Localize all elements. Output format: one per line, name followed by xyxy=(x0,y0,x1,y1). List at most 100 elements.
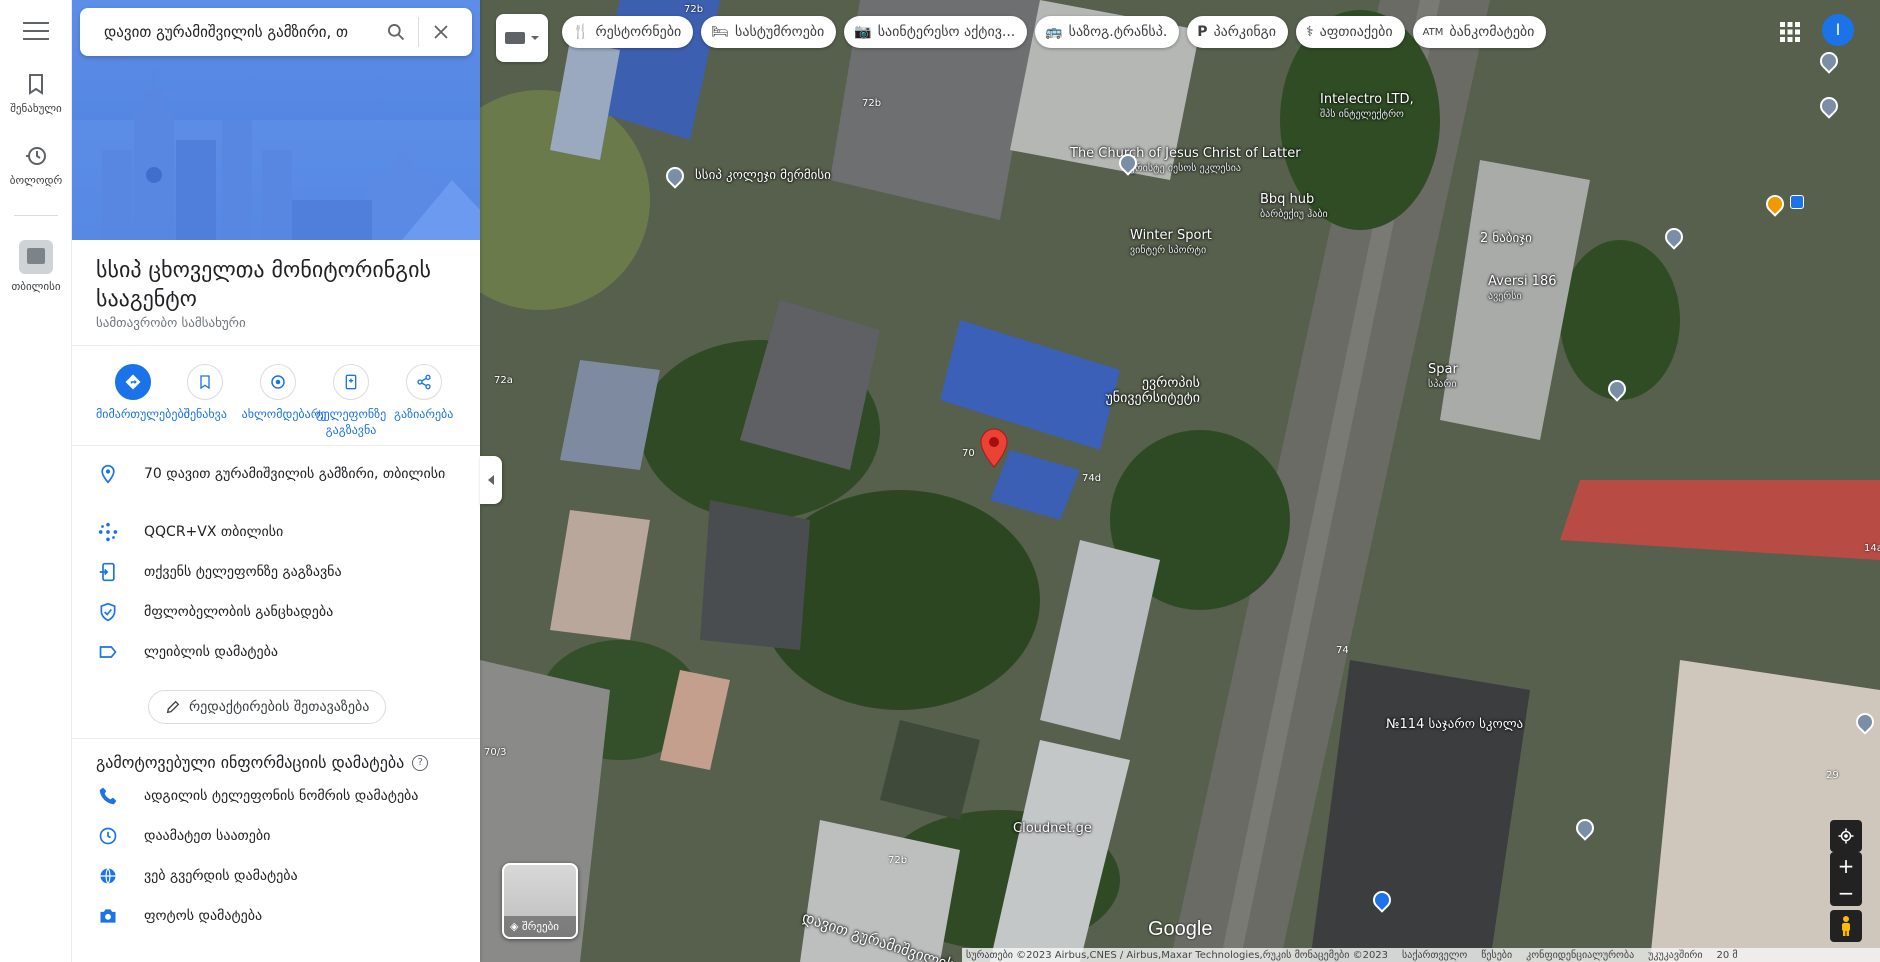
search-input[interactable] xyxy=(104,23,374,41)
nearby-button[interactable]: ახლომდებარე xyxy=(242,364,326,435)
footer-feedback-link[interactable]: უკუკავშირი xyxy=(1648,950,1702,961)
church-sub: ქრისტე იესოს ეკლესია xyxy=(1129,163,1241,174)
phone-send-icon xyxy=(96,560,120,584)
send-to-phone-row[interactable]: თქვენს ტელეფონზე გაგზავნა xyxy=(72,558,480,598)
house-number: 70/3 xyxy=(484,747,507,758)
add-phone-row[interactable]: ადგილის ტელეფონის ნომრის დამატება xyxy=(72,782,480,822)
my-location-button[interactable] xyxy=(1830,820,1862,852)
house-number: 72a xyxy=(494,375,513,386)
layers-label: ◈ შრეები xyxy=(504,916,576,937)
footer-privacy-link[interactable]: კონფიდენციალურობა xyxy=(1526,950,1634,961)
action-bar: მიმართულებები შენახვა ახლომდებარე ტელეფო… xyxy=(72,346,480,446)
map-label-bbq[interactable]: Bbq hub ბარბექიუ ჰაბი xyxy=(1260,192,1328,222)
rail-saved-label: შენახული xyxy=(10,102,62,115)
search-button[interactable] xyxy=(374,10,418,54)
chip-parking[interactable]: Pპარკინგი xyxy=(1187,16,1289,48)
rail-saved[interactable]: შენახული xyxy=(0,72,72,115)
plus-code-row[interactable]: QQCR+VX თბილისი xyxy=(72,518,480,558)
chip-restaurants[interactable]: 🍴 რესტორნები xyxy=(562,16,694,48)
bbq-name: Bbq hub xyxy=(1260,192,1315,207)
missing-info-section: გამოტოვებული ინფორმაციის დამატება ? ადგი… xyxy=(72,738,480,942)
label-row[interactable]: ლეიბლის დამატება xyxy=(72,638,480,678)
account-avatar[interactable]: I xyxy=(1822,14,1854,46)
search-box xyxy=(80,8,472,56)
atm-icon: ATM xyxy=(1422,26,1444,38)
map-label-intelectro[interactable]: Intelectro LTD, შპს ინტელექტრო xyxy=(1320,92,1414,122)
pharmacy-icon: ⚕ xyxy=(1306,24,1314,40)
map-label-2-nabiji[interactable]: 2 ნაბიჯი xyxy=(1480,231,1532,246)
footer-region-link[interactable]: საქართველო xyxy=(1402,950,1467,961)
chip-hotels[interactable]: 🛏 სასტუმროები xyxy=(701,16,837,48)
send-to-phone-text: თქვენს ტელეფონზე გაგზავნა xyxy=(144,564,342,580)
menu-icon[interactable] xyxy=(23,22,49,42)
directions-button[interactable]: მიმართულებები xyxy=(96,364,190,435)
house-number: 70 xyxy=(962,448,975,459)
input-tools-toggle[interactable] xyxy=(496,14,548,62)
chip-label: პარკინგი xyxy=(1213,24,1277,40)
map-footer: სურათები ©2023 Airbus,CNES / Airbus,Maxa… xyxy=(962,948,1880,962)
pencil-icon xyxy=(166,700,180,714)
map-label-college[interactable]: სსიპ კოლეჯი მერმისი xyxy=(695,168,831,183)
hero-image xyxy=(72,0,480,240)
address-row[interactable]: 70 დავით გურამიშვილის გამზირი, თბილისი xyxy=(72,460,480,518)
footer-terms-link[interactable]: წესები xyxy=(1481,950,1512,961)
map-label-spar[interactable]: Spar სპარი xyxy=(1428,362,1458,392)
chip-atms[interactable]: ATM ბანკომატები xyxy=(1412,16,1547,48)
label-text: ლეიბლის დამატება xyxy=(144,644,279,660)
verified-shield-icon xyxy=(96,600,120,624)
plus-code-text: QQCR+VX თბილისი xyxy=(144,524,284,540)
chip-label: აფთიაქები xyxy=(1319,24,1393,40)
chip-attractions[interactable]: 📷 საინტერესო აქტივ... xyxy=(844,16,1028,48)
zoom-controls: + − xyxy=(1830,852,1862,906)
zoom-in-button[interactable]: + xyxy=(1838,852,1855,879)
satellite-map[interactable]: სსიპ კოლეჯი მერმისი The Church of Jesus … xyxy=(480,0,1880,962)
spar-sub: სპარი xyxy=(1428,379,1457,390)
add-hours-row[interactable]: დაამატეთ საათები xyxy=(72,822,480,862)
collapse-panel-button[interactable] xyxy=(480,456,502,504)
layers-button[interactable]: ◈ შრეები xyxy=(502,863,578,939)
map-label-winter-sport[interactable]: Winter Sport ვინტერ სპორტი xyxy=(1130,228,1212,258)
save-button[interactable]: შენახვა xyxy=(169,364,242,435)
selected-place-marker-icon[interactable] xyxy=(980,428,1008,468)
attribution: სურათები ©2023 Airbus,CNES / Airbus,Maxa… xyxy=(966,949,1389,961)
rail-recents-label: ბოლოდრ xyxy=(9,174,63,187)
add-photo-row[interactable]: ფოტოს დამატება xyxy=(72,902,480,942)
map-label-school[interactable]: №114 საჯარო სკოლა xyxy=(1386,717,1523,732)
city-illustration-icon xyxy=(72,70,480,240)
map-label-church[interactable]: The Church of Jesus Christ of Latter ქრი… xyxy=(1070,146,1301,176)
claim-row[interactable]: მფლობელობის განცხადება xyxy=(72,598,480,638)
place-category: სამთავრობო სამსახური xyxy=(96,316,246,331)
left-rail: შენახული ბოლოდრ თბილისი xyxy=(0,0,72,962)
add-website-row[interactable]: ვებ გვერდის დამატება xyxy=(72,862,480,902)
chip-pharmacies[interactable]: ⚕ აფთიაქები xyxy=(1296,16,1405,48)
close-button[interactable] xyxy=(419,10,463,54)
my-location-icon xyxy=(1838,828,1854,844)
intelectro-sub: შპს ინტელექტრო xyxy=(1320,109,1404,120)
save-label: შენახვა xyxy=(183,407,227,421)
spar-name: Spar xyxy=(1428,362,1458,377)
zoom-out-button[interactable]: − xyxy=(1838,879,1855,906)
restaurant-icon: 🍴 xyxy=(572,24,590,40)
add-phone-text: ადგილის ტელეფონის ნომრის დამატება xyxy=(144,788,419,804)
apps-grid-icon[interactable] xyxy=(1778,20,1802,44)
map-label-european-university[interactable]: ევროპის უნივერსიტეტი xyxy=(1080,376,1200,406)
suggest-edit-button[interactable]: რედაქტირების შეთავაზება xyxy=(148,690,387,724)
rail-recents[interactable]: ბოლოდრ xyxy=(0,144,72,187)
share-button[interactable]: გაზიარება xyxy=(387,364,460,435)
pegman-icon xyxy=(1842,916,1850,936)
map-label-aversi[interactable]: Aversi 186 ავერსი xyxy=(1488,274,1557,304)
rail-recent-tbilisi[interactable]: თბილისი xyxy=(0,240,72,293)
send-to-phone-button[interactable]: ტელეფონზე გაგზავნა xyxy=(315,364,388,437)
keyboard-icon xyxy=(505,32,539,44)
map-label-cloudnet[interactable]: Cloudnet.ge xyxy=(1013,821,1092,836)
camera-icon: 📷 xyxy=(854,24,872,40)
claim-text: მფლობელობის განცხადება xyxy=(144,604,334,620)
aversi-name: Aversi 186 xyxy=(1488,274,1557,289)
directions-label: მიმართულებები xyxy=(96,407,190,421)
chip-label: რესტორნები xyxy=(595,24,682,40)
chip-transit[interactable]: 🚌 საზოგ.ტრანსპ. xyxy=(1035,16,1180,48)
help-icon[interactable]: ? xyxy=(412,754,429,771)
street-view-pegman[interactable] xyxy=(1830,910,1862,942)
bus-stop-icon[interactable] xyxy=(1790,195,1804,209)
location-pin-icon xyxy=(96,462,120,486)
